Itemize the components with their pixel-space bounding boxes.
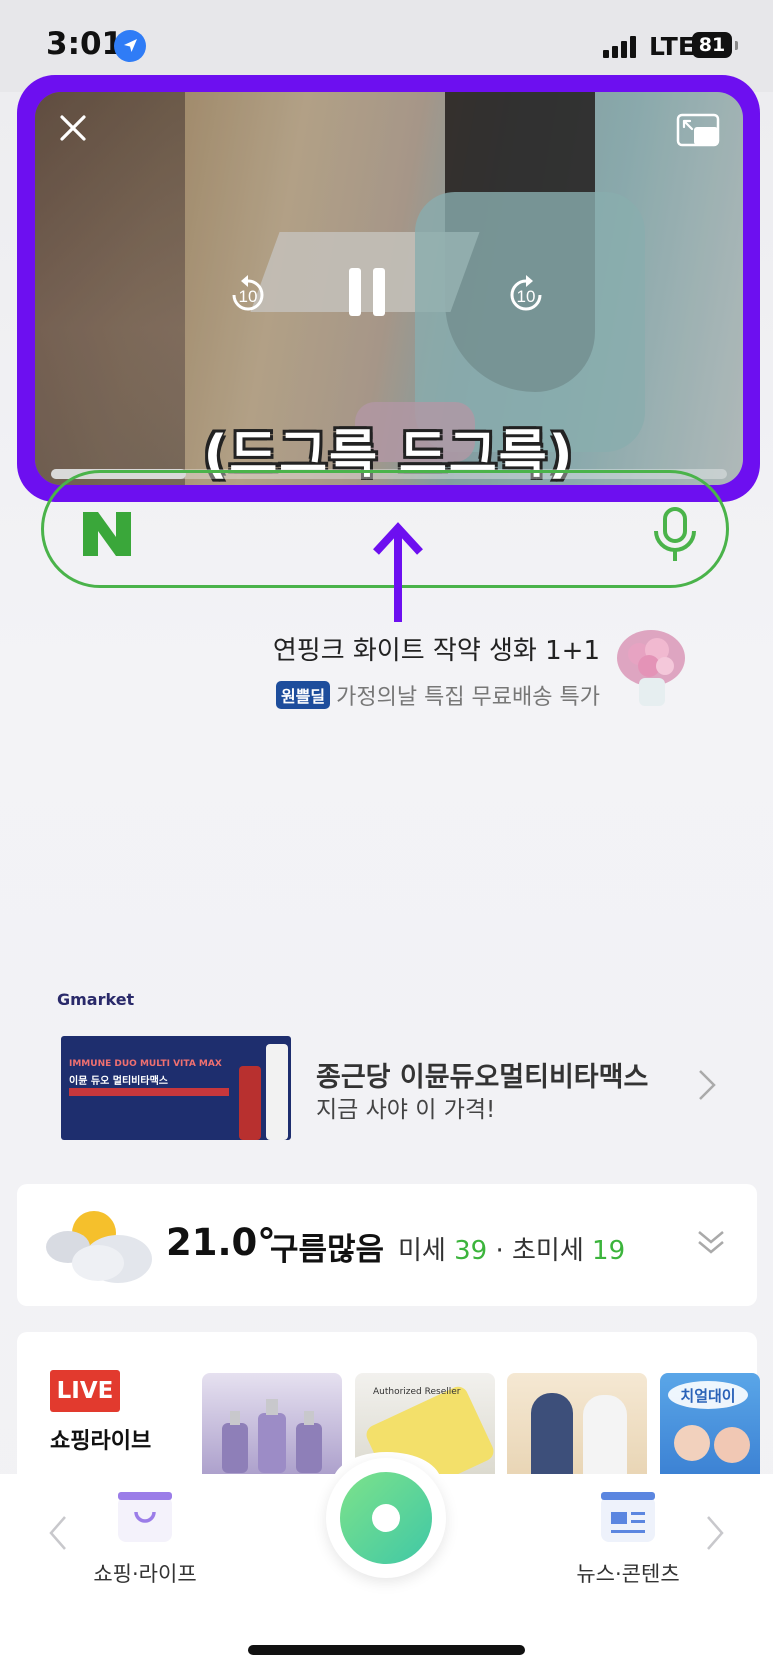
ad-subtitle: 지금 사야 이 가격! xyxy=(316,1097,496,1123)
shopping-live-title[interactable]: 쇼핑라이브 xyxy=(50,1423,151,1455)
ad-image-box xyxy=(266,1044,288,1140)
nav-prev-button[interactable] xyxy=(48,1515,68,1555)
live-thumbnail-hosts[interactable] xyxy=(507,1373,647,1483)
shopping-bag-icon xyxy=(118,1492,172,1542)
ad-title[interactable]: 종근당 이뮨듀오멀티비타맥스 xyxy=(316,1055,648,1094)
air-quality: 미세 39 · 초미세 19 xyxy=(398,1230,625,1267)
weather-temperature: 21.0° xyxy=(166,1221,276,1264)
fine-dust-value: 39 xyxy=(454,1236,488,1266)
live-thumbnail-food[interactable]: 치얼대이 xyxy=(660,1373,760,1483)
weather-condition: 구름많음 xyxy=(270,1232,385,1268)
home-indicator[interactable] xyxy=(248,1645,525,1655)
tab-news-contents-label: 뉴스·콘텐츠 xyxy=(576,1562,680,1586)
flower-bouquet-image xyxy=(615,628,687,710)
host-person-1 xyxy=(531,1393,573,1483)
ad-chevron-right-icon[interactable] xyxy=(697,1068,717,1106)
pip-close-button[interactable] xyxy=(53,108,93,148)
tab-news-contents[interactable]: 뉴스·콘텐츠 xyxy=(558,1490,698,1588)
pip-video-player[interactable]: 10 10 (드그륵 드그륵) xyxy=(35,92,743,485)
center-dot xyxy=(372,1504,400,1532)
host-person-2 xyxy=(583,1395,627,1483)
battery-level: 81 xyxy=(698,34,726,56)
battery-icon: 81 xyxy=(692,32,738,58)
promo-subtitle-row: 원쁠딜 가정의날 특집 무료배송 특가 xyxy=(200,679,600,711)
promo-subtitle: 가정의날 특집 무료배송 특가 xyxy=(336,685,600,710)
live-badge[interactable]: LIVE xyxy=(50,1370,120,1412)
microphone-icon xyxy=(654,507,696,561)
rewind-label: 10 xyxy=(239,287,258,306)
tab-shopping-life-label: 쇼핑·라이프 xyxy=(93,1562,197,1586)
food-thumbnail-text: 치얼대이 xyxy=(680,1387,735,1405)
status-time: 3:01 xyxy=(46,26,124,62)
naver-logo-icon[interactable] xyxy=(81,510,133,562)
forward-label: 10 xyxy=(517,287,536,306)
rewind-icon: 10 xyxy=(232,275,264,311)
ad-image-stripe xyxy=(69,1088,229,1096)
promo-title: 연핑크 화이트 작약 생화 1+1 xyxy=(272,636,600,666)
ultrafine-dust-label: 초미세 xyxy=(512,1236,584,1266)
promo-banner[interactable]: 연핑크 화이트 작약 생화 1+1 원쁠딜 가정의날 특집 무료배송 특가 xyxy=(200,630,600,711)
home-center-button[interactable] xyxy=(326,1458,446,1578)
swipe-up-arrow-icon xyxy=(372,522,424,628)
nav-next-button[interactable] xyxy=(705,1515,725,1555)
promo-badge: 원쁠딜 xyxy=(275,681,331,709)
gmarket-logo: Gmarket xyxy=(57,990,134,1009)
news-icon xyxy=(601,1492,655,1542)
live-thumbnail-perfume[interactable] xyxy=(202,1373,342,1483)
forward-10-button[interactable]: 10 xyxy=(501,270,551,320)
pause-icon xyxy=(349,268,385,316)
rewind-10-button[interactable]: 10 xyxy=(223,270,273,320)
gmarket-brand: Gmarket xyxy=(57,990,135,1009)
ad-image-tube xyxy=(239,1066,261,1140)
forward-icon: 10 xyxy=(510,275,542,311)
ad-product-image[interactable]: IMMUNE DUO MULTI VITA MAX 이뮨 듀오 멀티비타맥스 xyxy=(61,1036,291,1140)
double-chevron-down-icon xyxy=(698,1231,724,1254)
pause-button[interactable] xyxy=(341,264,393,320)
chevron-left-icon xyxy=(49,1516,66,1550)
partly-cloudy-icon xyxy=(42,1205,152,1289)
pip-expand-button[interactable] xyxy=(675,112,721,148)
ultrafine-dust-value: 19 xyxy=(592,1236,626,1266)
fine-dust-label: 미세 xyxy=(398,1236,446,1266)
tab-shopping-life[interactable]: 쇼핑·라이프 xyxy=(75,1490,215,1588)
location-arrow-icon xyxy=(114,30,146,62)
pip-restore-icon xyxy=(676,113,720,147)
signal-icon xyxy=(603,36,643,58)
voice-search-button[interactable] xyxy=(652,507,698,567)
weather-expand-button[interactable] xyxy=(696,1228,726,1260)
chevron-right-icon xyxy=(707,1516,724,1550)
authorized-reseller-label: Authorized Reseller xyxy=(373,1387,461,1397)
ad-image-line2: 이뮨 듀오 멀티비타맥스 xyxy=(69,1076,168,1087)
network-type: LTE xyxy=(649,32,695,61)
air-quality-separator: · xyxy=(495,1236,504,1266)
close-icon xyxy=(60,115,86,141)
ad-image-line1: IMMUNE DUO MULTI VITA MAX xyxy=(69,1059,222,1069)
